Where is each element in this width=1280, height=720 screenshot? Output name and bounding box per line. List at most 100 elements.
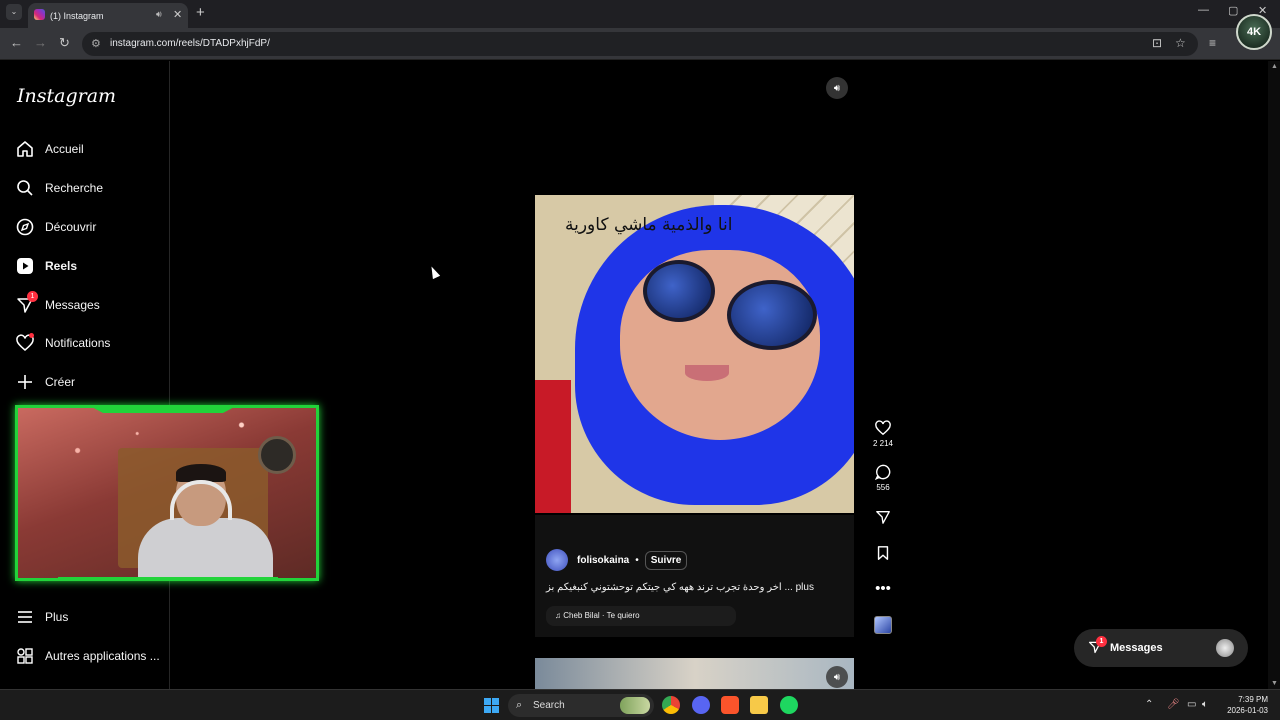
nav-label: Autres applications ... [45,649,160,663]
webcam-overlay [15,405,319,581]
message-contact-avatar [1216,639,1234,657]
notification-dot [29,333,34,338]
compass-icon [16,218,34,236]
home-icon [16,140,34,158]
search-highlight-image [620,697,650,714]
nav-notifications[interactable]: Notifications [16,332,110,354]
file-explorer-icon[interactable] [750,696,768,714]
reel-author: folisokaina • Suivre [546,549,688,571]
address-bar[interactable]: ⚙ instagram.com/reels/DTADPxhjFdP/ [82,32,1198,56]
nav-explore[interactable]: Découvrir [16,216,96,238]
spotify-icon[interactable] [780,696,798,714]
comment-action[interactable]: 556 [868,464,898,492]
instagram-favicon [34,9,45,20]
taskbar-search[interactable]: ⌕ Search [508,694,654,717]
bookmark-star-icon[interactable]: ☆ [1175,36,1186,50]
scroll-down-icon[interactable]: ▼ [1271,680,1278,687]
heart-icon [16,333,34,352]
windows-taskbar: ⌕ Search ⌃ 🎤︎ ▭ 🔈︎ 7:39 PM 2026-01-03 [0,689,1280,720]
follow-button[interactable]: Suivre [644,550,688,570]
bookmark-icon[interactable] [868,545,898,563]
reel-description[interactable]: اخر وحدة تجرب ترند ههه كي جيتكم توحشتوني… [546,582,814,593]
comment-icon[interactable] [868,464,898,482]
scroll-up-icon[interactable]: ▲ [1271,63,1278,70]
like-count: 2 214 [872,439,894,448]
browser-tab-bar: ⌄ (1) Instagram 🔊︎ ✕ + — ▢ ✕ [0,0,1280,28]
author-avatar[interactable] [546,549,568,571]
search-icon: ⌕ [516,699,523,711]
more-dots-icon[interactable]: ••• [868,580,898,598]
profile-avatar[interactable]: 4K [1236,14,1272,50]
volume-icon[interactable]: 🔊︎ [826,77,848,99]
messages-pill-label: Messages [1110,642,1163,654]
comment-count: 556 [876,483,890,492]
nav-label: Recherche [45,181,104,195]
brave-icon[interactable] [721,696,739,714]
audio-thumbnail[interactable] [874,616,892,634]
like-action[interactable]: 2 214 [868,420,898,448]
next-volume-icon[interactable]: 🔊︎ [826,666,848,688]
forward-icon[interactable]: → [34,35,47,50]
back-icon[interactable]: ← [10,35,23,50]
share-action[interactable] [868,509,898,527]
menu-icon [16,608,34,626]
more-options-action[interactable]: ••• [868,580,898,598]
mouse-cursor-icon [427,264,441,280]
minimize-icon[interactable]: — [1198,4,1209,16]
author-name[interactable]: folisokaina [577,555,629,566]
video-overlay-text: انا والذمية ماشي كاورية [565,215,733,235]
nav-home[interactable]: Accueil [16,138,84,160]
tab-title: (1) Instagram [50,10,104,21]
reel-video[interactable]: انا والذمية ماشي كاورية [535,195,854,513]
apps-icon [16,647,34,665]
browser-tab[interactable]: (1) Instagram 🔊︎ ✕ [28,3,188,28]
nav-search[interactable]: Recherche [16,177,103,199]
url-text: instagram.com/reels/DTADPxhjFdP/ [110,38,270,49]
nav-other-apps[interactable]: Autres applications ... [16,645,160,667]
chrome-icon[interactable] [662,696,680,714]
taskbar-search-label: Search [533,700,565,711]
clock-date: 2026-01-03 [1227,706,1268,715]
streamer-image [138,464,273,578]
nav-label: Reels [45,259,78,273]
nav-label: Plus [45,610,69,624]
reload-icon[interactable]: ↻ [59,35,70,51]
author-separator: • [635,554,639,566]
maximize-icon[interactable]: ▢ [1228,4,1238,17]
nav-reels[interactable]: Reels [16,255,77,277]
volume-icon[interactable]: 🔈︎ [1202,699,1208,710]
nav-label: Créer [45,375,76,389]
new-tab-icon[interactable]: + [196,4,205,21]
music-note-icon: ♫ [555,611,564,620]
instagram-logo[interactable]: Instagram [17,85,116,107]
install-app-icon[interactable]: ⊡ [1152,36,1162,50]
clock[interactable]: 7:39 PM 2026-01-03 [1218,694,1268,716]
save-action[interactable] [868,545,898,563]
site-info-icon[interactable]: ⚙ [91,32,101,56]
windows-start-icon[interactable] [484,698,499,713]
nav-label: Découvrir [45,220,97,234]
nav-label: Messages [45,298,100,312]
messages-badge: 1 [27,291,38,302]
instagram-sidebar: Instagram Accueil Recherche Découvrir Re… [0,61,170,689]
next-reel-preview[interactable] [535,658,854,689]
discord-icon[interactable] [692,696,710,714]
microphone-icon[interactable]: 🎤︎ [1167,699,1180,710]
close-tab-icon[interactable]: ✕ [173,8,182,21]
tab-list-icon[interactable]: ⌄ [6,4,22,20]
speaker-icon[interactable]: 🔊︎ [156,9,162,20]
network-icon[interactable]: ▭ [1187,699,1196,710]
share-icon[interactable] [868,509,898,527]
page-scrollbar[interactable]: ▲ ▼ [1268,61,1280,689]
media-control-icon[interactable]: ≡ [1209,36,1216,50]
nav-create[interactable]: Créer [16,371,75,393]
tray-overflow-icon[interactable]: ⌃ [1145,699,1153,710]
reels-icon [16,257,34,275]
heart-icon[interactable] [868,420,898,438]
nav-more[interactable]: Plus [16,606,68,628]
messages-floating-button[interactable]: 1 Messages [1074,629,1248,667]
messages-icon: 1 [16,291,38,314]
nav-messages[interactable]: 1 Messages [16,291,100,316]
music-tag[interactable]: ♫ Cheb Bilal · Te quiero [546,606,736,626]
music-label: Cheb Bilal · Te quiero [563,611,640,620]
